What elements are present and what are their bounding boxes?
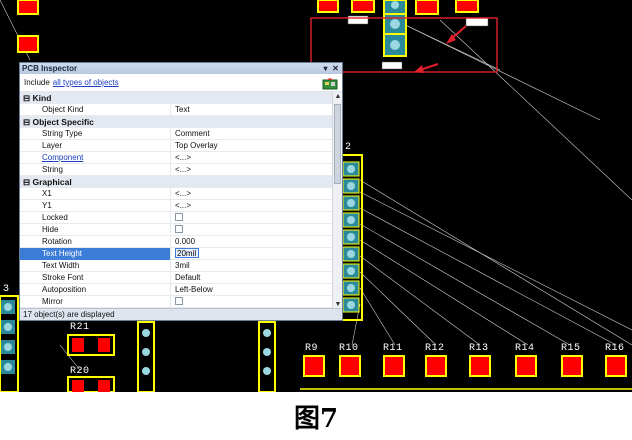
- row-x1[interactable]: X1 <...>: [20, 187, 333, 200]
- collapse-icon[interactable]: ⊟: [23, 177, 30, 187]
- designator-r16: R16: [605, 343, 625, 354]
- designator-r11: R11: [383, 343, 403, 354]
- designator-r21: R21: [70, 322, 90, 333]
- scrollbar-thumb[interactable]: [334, 104, 341, 184]
- collapse-icon[interactable]: ⊟: [23, 117, 30, 127]
- row-layer[interactable]: Layer Top Overlay: [20, 139, 333, 152]
- connector-vertical-right: [339, 154, 363, 321]
- include-label: Include: [24, 78, 50, 87]
- row-string-type[interactable]: String Type Comment: [20, 127, 333, 140]
- figure-caption: 图7: [0, 392, 632, 440]
- inspector-titlebar[interactable]: PCB Inspector ▾ ✕: [20, 63, 342, 74]
- row-component[interactable]: Component <...>: [20, 151, 333, 164]
- section-kind[interactable]: ⊟ Kind: [20, 92, 333, 104]
- component-link[interactable]: Component: [42, 153, 83, 162]
- row-text-width[interactable]: Text Width 3mil: [20, 259, 333, 272]
- include-filter-link[interactable]: all types of objects: [53, 78, 119, 87]
- text-height-input[interactable]: [175, 248, 199, 258]
- row-rotation[interactable]: Rotation 0.000: [20, 235, 333, 248]
- hide-checkbox[interactable]: [175, 225, 183, 234]
- include-filter-bar: Include all types of objects: [20, 74, 342, 92]
- row-string[interactable]: String <...>: [20, 163, 333, 176]
- designator-r13: R13: [469, 343, 489, 354]
- pcb-inspector-panel[interactable]: PCB Inspector ▾ ✕ Include all types of o…: [19, 62, 343, 321]
- pad-group-top-center: [317, 0, 489, 70]
- close-icon[interactable]: ✕: [331, 64, 340, 73]
- row-stroke-font[interactable]: Stroke Font Default: [20, 271, 333, 284]
- row-hide[interactable]: Hide: [20, 223, 333, 236]
- designator-r14: R14: [515, 343, 535, 354]
- section-graphical[interactable]: ⊟ Graphical: [20, 176, 333, 188]
- property-grid: ⊟ Kind Object Kind Text ⊟ Object Specific…: [20, 92, 333, 310]
- designator-pin-2: 2: [345, 142, 352, 153]
- designator-r9: R9: [305, 343, 319, 354]
- pad-group-top-left: [17, 0, 39, 53]
- designator-r20: R20: [70, 366, 90, 377]
- inspector-status-bar: 17 object(s) are displayed: [20, 308, 342, 320]
- scroll-up-icon[interactable]: ▲: [333, 92, 343, 102]
- designator-r12: R12: [425, 343, 445, 354]
- pcb-board-icon: [322, 78, 338, 90]
- row-y1[interactable]: Y1 <...>: [20, 199, 333, 212]
- inspector-title: PCB Inspector: [22, 64, 78, 73]
- row-text-height[interactable]: Text Height: [20, 247, 333, 260]
- row-object-kind[interactable]: Object Kind Text: [20, 103, 333, 116]
- row-locked[interactable]: Locked: [20, 211, 333, 224]
- locked-checkbox[interactable]: [175, 213, 183, 222]
- pin-icon[interactable]: ▾: [321, 64, 330, 73]
- row-mirror[interactable]: Mirror: [20, 295, 333, 308]
- designator-pin-3: 3: [3, 284, 10, 295]
- row-autoposition[interactable]: Autoposition Left-Below: [20, 283, 333, 296]
- collapse-icon[interactable]: ⊟: [23, 93, 30, 103]
- designator-r10: R10: [339, 343, 359, 354]
- designator-r15: R15: [561, 343, 581, 354]
- property-grid-scrollbar[interactable]: ▲ ▼: [332, 92, 342, 310]
- resistor-row-bottom: [303, 355, 627, 377]
- section-object-specific[interactable]: ⊟ Object Specific: [20, 116, 333, 128]
- mirror-checkbox[interactable]: [175, 297, 183, 306]
